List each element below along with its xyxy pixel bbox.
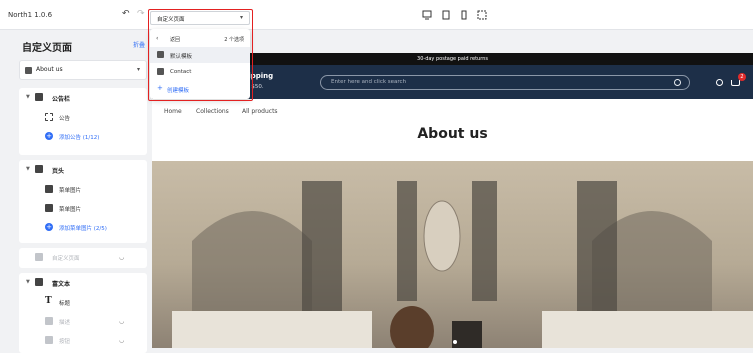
section-rich-text: ▼ 富文本 T 标题 描述 ◡ 按钮 ◡ — [19, 273, 147, 353]
add-block-row[interactable]: + 添加公告 (1/12) — [19, 127, 147, 146]
option-count: 2 个选项 — [224, 37, 244, 43]
section-header[interactable]: ▼ 页头 — [19, 160, 147, 180]
fullscreen-icon[interactable] — [477, 10, 487, 20]
menu-item-label: 默认模板 — [170, 54, 193, 60]
back-icon: ‹ — [156, 35, 159, 42]
hero-image[interactable] — [152, 161, 753, 348]
template-icon — [157, 68, 164, 75]
add-block-label: 添加菜单图片 (2/5) — [59, 226, 107, 232]
section-label: 自定义页面 — [52, 256, 80, 262]
app-version: North1 1.0.6 — [8, 11, 53, 19]
caret-icon[interactable]: ▼ — [26, 166, 30, 172]
cart-icon[interactable] — [731, 80, 740, 86]
chevron-down-icon[interactable]: ◡ — [119, 254, 124, 261]
plus-icon: + — [157, 84, 163, 92]
store-search-input[interactable]: Enter here and click search — [320, 75, 690, 90]
block-label: 标题 — [59, 301, 71, 307]
undo-icon[interactable]: ↶ — [122, 9, 130, 19]
header-icon — [35, 165, 43, 173]
desktop-icon[interactable] — [422, 10, 432, 20]
search-icon[interactable] — [674, 79, 681, 86]
chevron-down-icon: ▾ — [239, 14, 243, 21]
block-label: 公告 — [59, 116, 71, 122]
block-row[interactable]: 公告 — [19, 108, 147, 127]
back-label: 返回 — [170, 37, 181, 43]
block-row[interactable]: 菜单图片 — [19, 199, 147, 218]
block-row[interactable]: 描述 ◡ — [19, 312, 147, 331]
menu-create-template[interactable]: + 创建模板 — [150, 81, 250, 97]
add-icon: + — [45, 132, 53, 140]
tablet-icon[interactable] — [441, 10, 451, 20]
text-block-icon — [45, 317, 53, 325]
section-header[interactable]: ▼ 富文本 — [19, 273, 147, 293]
page-icon — [25, 67, 32, 74]
nav-collections[interactable]: Collections — [196, 108, 229, 115]
page-select[interactable]: About us ▾ — [19, 60, 147, 80]
caret-icon[interactable]: ▼ — [26, 279, 30, 285]
create-template-label: 创建模板 — [167, 88, 190, 94]
template-select[interactable]: 自定义页面 ▾ — [150, 11, 250, 25]
mobile-icon[interactable] — [459, 10, 469, 20]
block-label: 描述 — [59, 320, 71, 326]
section-announcement: ▼ 公告栏 公告 + 添加公告 (1/12) — [19, 88, 147, 155]
section-label: 公告栏 — [52, 96, 71, 103]
store-nav: Home Collections All products About us — [152, 99, 753, 161]
text-icon: T — [45, 296, 52, 306]
menu-item-label: Contact — [170, 69, 192, 75]
menu-item-default-template[interactable]: 默认模板 — [150, 47, 250, 63]
page-select-value: About us — [36, 66, 63, 73]
sidebar: 自定义页面 折叠 About us ▾ ▼ 公告栏 公告 + 添加公告 (1/1… — [0, 30, 152, 353]
rich-text-icon — [35, 278, 43, 286]
add-block-label: 添加公告 (1/12) — [59, 135, 100, 141]
template-select-value: 自定义页面 — [157, 17, 185, 23]
block-label: 菜单图片 — [59, 188, 82, 194]
chevron-down-icon: ▾ — [136, 66, 140, 73]
template-menu: ‹ 返回 2 个选项 默认模板 Contact + 创建模板 — [150, 29, 250, 99]
section-custom-page: 自定义页面 ◡ — [19, 248, 147, 268]
add-block-row[interactable]: + 添加菜单图片 (2/5) — [19, 218, 147, 237]
chevron-down-icon[interactable]: ◡ — [119, 337, 124, 344]
block-label: 菜单图片 — [59, 207, 82, 213]
section-header-group: ▼ 页头 菜单图片 菜单图片 + 添加菜单图片 (2/5) — [19, 160, 147, 243]
announcement-icon — [35, 93, 43, 101]
user-icon[interactable] — [716, 79, 723, 86]
editor-topbar: North1 1.0.6 ↶ ↷ — [0, 0, 753, 30]
section-header[interactable]: 自定义页面 ◡ — [19, 248, 147, 267]
chevron-down-icon[interactable]: ◡ — [119, 318, 124, 325]
nav-home[interactable]: Home — [164, 108, 182, 115]
image-icon — [45, 204, 53, 212]
fold-button[interactable]: 折叠 — [133, 40, 145, 49]
image-icon — [45, 185, 53, 193]
search-placeholder: Enter here and click search — [331, 79, 407, 85]
nav-all-products[interactable]: All products — [242, 108, 278, 115]
page-heading: About us — [417, 126, 488, 142]
button-block-icon — [45, 336, 53, 344]
announcement-block-icon — [45, 113, 53, 121]
template-icon — [157, 51, 164, 58]
menu-back-row[interactable]: ‹ 返回 2 个选项 — [150, 31, 250, 47]
block-row[interactable]: 菜单图片 — [19, 180, 147, 199]
block-row[interactable]: 按钮 ◡ — [19, 331, 147, 350]
block-row[interactable]: T 标题 — [19, 293, 147, 312]
add-icon: + — [45, 223, 53, 231]
cart-count-badge: 2 — [738, 73, 746, 81]
page-icon — [35, 253, 43, 261]
hero-illustration — [172, 181, 753, 348]
redo-icon[interactable]: ↷ — [137, 9, 145, 19]
sidebar-title: 自定义页面 — [22, 43, 72, 54]
section-header[interactable]: ▼ 公告栏 — [19, 88, 147, 108]
section-label: 富文本 — [52, 281, 71, 288]
caret-icon[interactable]: ▼ — [26, 94, 30, 100]
block-label: 按钮 — [59, 339, 71, 345]
section-label: 页头 — [52, 168, 65, 175]
menu-item-contact[interactable]: Contact — [150, 64, 250, 80]
